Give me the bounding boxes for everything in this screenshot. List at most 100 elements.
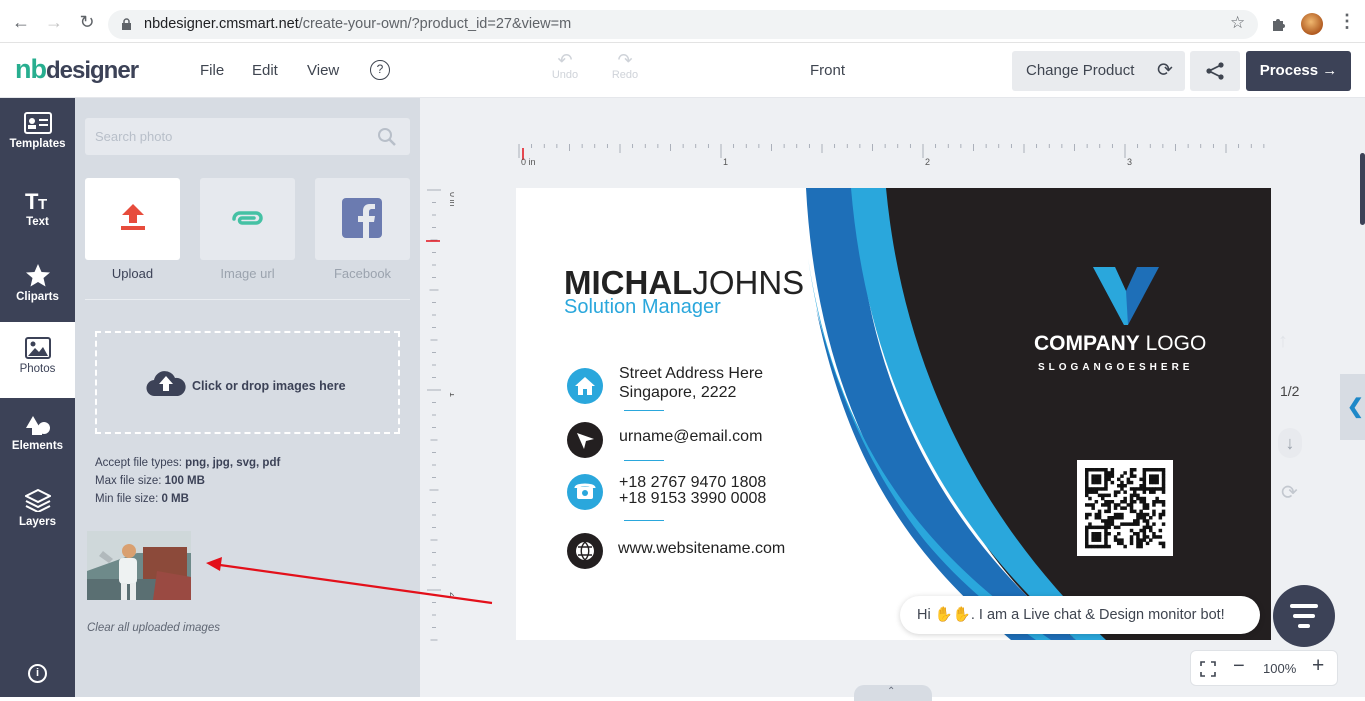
card-job-title[interactable]: Solution Manager bbox=[564, 296, 721, 319]
card-address-line1[interactable]: Street Address Here bbox=[619, 365, 763, 383]
upload-dropzone[interactable]: Click or drop images here bbox=[95, 331, 400, 434]
qr-module bbox=[1097, 516, 1102, 520]
info-icon[interactable]: i bbox=[28, 664, 47, 683]
qr-module bbox=[1088, 525, 1092, 530]
qr-module bbox=[1129, 538, 1134, 542]
address-bar[interactable]: nbdesigner.cmsmart.net/create-your-own/?… bbox=[108, 10, 1258, 39]
zoom-out-button[interactable]: − bbox=[1233, 655, 1245, 678]
qr-module bbox=[1161, 487, 1166, 491]
share-button[interactable] bbox=[1190, 51, 1240, 91]
side-label[interactable]: Front bbox=[810, 62, 845, 79]
qr-module bbox=[1152, 535, 1156, 539]
min-file-size: Min file size: 0 MB bbox=[95, 493, 189, 505]
qr-module bbox=[1117, 541, 1121, 546]
upload-tab-label[interactable]: Upload bbox=[85, 266, 180, 281]
sidebar-item-photos[interactable]: Photos bbox=[0, 322, 75, 398]
extensions-icon[interactable] bbox=[1270, 15, 1288, 33]
qr-module bbox=[1129, 500, 1134, 504]
qr-module bbox=[1113, 535, 1118, 539]
company-v-logo[interactable] bbox=[1093, 267, 1159, 325]
card-slogan[interactable]: SLOGANGOESHERE bbox=[1038, 362, 1193, 373]
redo-button[interactable]: ↷ Redo bbox=[609, 51, 641, 81]
qr-module bbox=[1129, 468, 1134, 472]
card-website[interactable]: www.websitename.com bbox=[618, 540, 785, 558]
qr-module bbox=[1129, 493, 1134, 498]
sidebar-item-elements[interactable]: Elements bbox=[0, 414, 75, 464]
rotate-icon[interactable]: ⟳ bbox=[1281, 480, 1298, 505]
bookmark-star-icon[interactable]: ☆ bbox=[1230, 13, 1245, 33]
qr-module bbox=[1110, 471, 1115, 475]
qr-module bbox=[1110, 519, 1115, 523]
facebook-tab-label[interactable]: Facebook bbox=[315, 266, 410, 281]
menu-edit[interactable]: Edit bbox=[252, 62, 278, 79]
qr-module bbox=[1136, 519, 1140, 523]
qr-module bbox=[1149, 468, 1153, 472]
card-phone2[interactable]: +18 9153 3990 0008 bbox=[619, 491, 766, 507]
qr-module bbox=[1152, 503, 1156, 507]
sidebar-item-text[interactable]: TT Text bbox=[0, 190, 75, 240]
qr-module bbox=[1085, 474, 1089, 478]
back-arrow-icon[interactable]: ← bbox=[9, 10, 33, 34]
right-panel-toggle[interactable]: ❮ bbox=[1340, 374, 1365, 440]
card-address-line2[interactable]: Singapore, 2222 bbox=[619, 384, 736, 402]
sidebar-label: Text bbox=[26, 216, 49, 228]
chat-bot-button[interactable] bbox=[1273, 585, 1335, 647]
qr-module bbox=[1085, 480, 1089, 485]
facebook-tab[interactable] bbox=[315, 178, 410, 260]
qr-module bbox=[1136, 544, 1140, 549]
search-photo-input[interactable]: Search photo bbox=[85, 118, 410, 155]
process-button[interactable]: Process → bbox=[1246, 51, 1351, 91]
qr-module bbox=[1113, 503, 1118, 507]
menu-file[interactable]: File bbox=[200, 62, 224, 79]
sidebar-item-templates[interactable]: Templates bbox=[0, 112, 75, 172]
qr-module bbox=[1091, 506, 1095, 510]
qr-module bbox=[1136, 512, 1140, 517]
help-icon[interactable]: ? bbox=[370, 60, 390, 80]
qr-module bbox=[1088, 487, 1092, 491]
search-placeholder: Search photo bbox=[95, 129, 173, 144]
bottom-drawer-toggle[interactable]: ⌃ bbox=[854, 685, 932, 701]
qr-module bbox=[1101, 487, 1105, 491]
qr-module bbox=[1104, 487, 1108, 491]
qr-module bbox=[1149, 477, 1153, 482]
profile-avatar[interactable] bbox=[1301, 13, 1323, 35]
lock-icon bbox=[122, 18, 131, 30]
sidebar-item-cliparts[interactable]: Cliparts bbox=[0, 263, 75, 313]
clear-uploaded-images-link[interactable]: Clear all uploaded images bbox=[87, 622, 220, 634]
card-phone1[interactable]: +18 2767 9470 1808 bbox=[619, 475, 766, 491]
reload-icon[interactable]: ↻ bbox=[75, 10, 99, 34]
card-email[interactable]: urname@email.com bbox=[619, 428, 762, 446]
uploaded-image-thumbnail[interactable] bbox=[87, 531, 191, 600]
qr-code[interactable] bbox=[1077, 460, 1173, 556]
facebook-icon bbox=[342, 198, 382, 238]
star-icon bbox=[25, 264, 50, 287]
nbdesigner-logo[interactable]: nbdesigner bbox=[15, 54, 139, 85]
qr-module bbox=[1107, 474, 1111, 478]
qr-module bbox=[1097, 493, 1102, 498]
image-url-tab-label[interactable]: Image url bbox=[200, 266, 295, 281]
qr-module bbox=[1101, 496, 1105, 501]
qr-module bbox=[1107, 532, 1111, 536]
image-url-tab[interactable] bbox=[200, 178, 295, 260]
qr-module bbox=[1126, 522, 1131, 526]
zoom-in-button[interactable]: + bbox=[1312, 654, 1324, 678]
qr-module bbox=[1142, 532, 1147, 536]
horizontal-ruler: 0 in 1 2 3 bbox=[518, 144, 1265, 166]
fullscreen-icon[interactable] bbox=[1200, 661, 1216, 677]
chat-greeting-bubble[interactable]: Hi ✋✋. I am a Live chat & Design monitor… bbox=[900, 596, 1260, 634]
company-logo-text[interactable]: COMPANY LOGO bbox=[1034, 332, 1206, 356]
scroll-indicator[interactable] bbox=[1360, 153, 1365, 225]
ruler-label: 3 bbox=[1127, 157, 1132, 166]
upload-tab[interactable] bbox=[85, 178, 180, 260]
business-card-canvas[interactable]: MICHALJOHNS Solution Manager Street Addr… bbox=[516, 188, 1271, 640]
forward-arrow-icon[interactable]: → bbox=[42, 10, 66, 34]
change-product-button[interactable]: Change Product ⟳ bbox=[1012, 51, 1185, 91]
browser-menu-icon[interactable]: ⋮ bbox=[1338, 11, 1356, 32]
page-up-arrow-icon[interactable]: ↑ bbox=[1278, 330, 1288, 353]
page-down-arrow-icon[interactable]: ↓ bbox=[1278, 428, 1302, 458]
qr-module bbox=[1123, 471, 1127, 475]
undo-button[interactable]: ↶ Undo bbox=[549, 51, 581, 81]
sidebar-item-layers[interactable]: Layers bbox=[0, 488, 75, 538]
qr-module bbox=[1158, 500, 1163, 504]
menu-view[interactable]: View bbox=[307, 62, 339, 79]
